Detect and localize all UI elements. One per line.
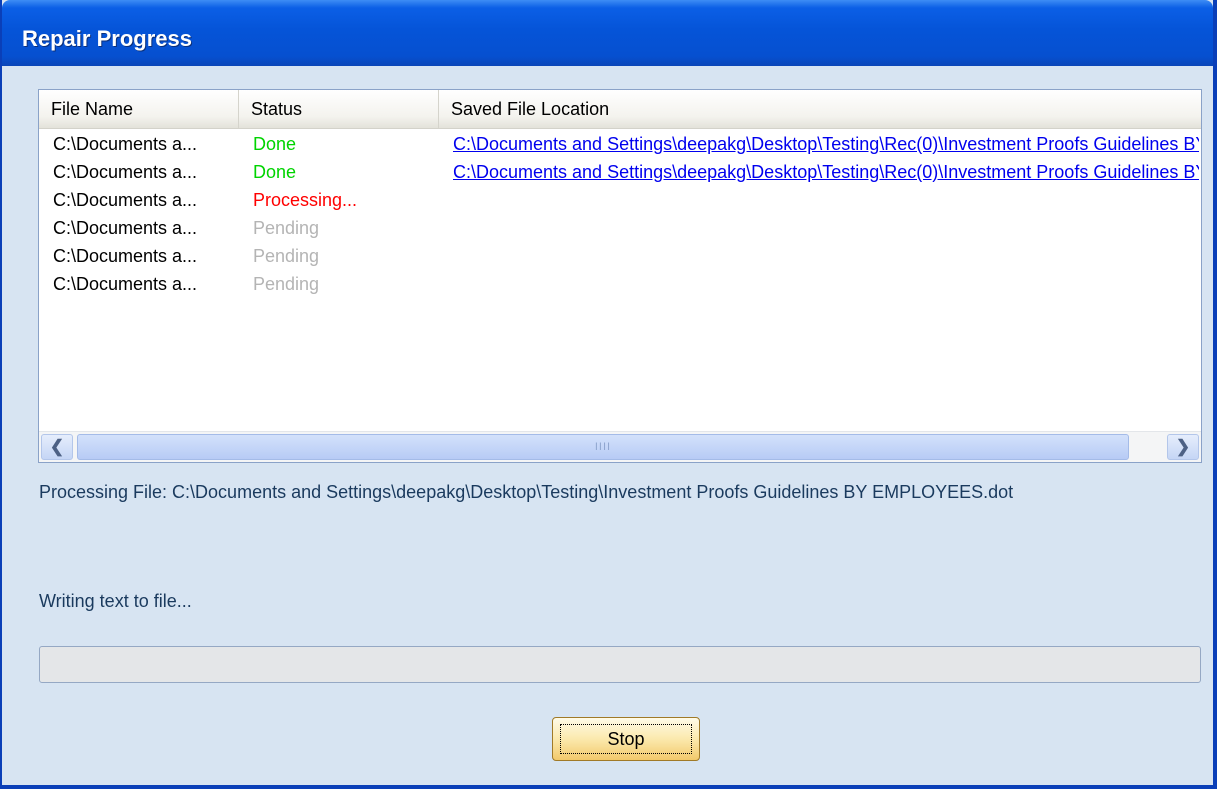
list-body: C:\Documents a... Done C:\Documents and Se… [39, 130, 1201, 298]
table-row[interactable]: C:\Documents a... Pending [39, 242, 1201, 270]
table-row[interactable]: C:\Documents a... Pending [39, 270, 1201, 298]
cell-status: Pending [253, 218, 320, 238]
stop-button[interactable]: Stop [552, 717, 700, 761]
chevron-left-icon: ❮ [49, 437, 65, 456]
cell-file-name: C:\Documents a... [53, 246, 198, 266]
repair-progress-bar [39, 646, 1201, 683]
operation-status-text: Writing text to file... [39, 591, 192, 611]
cell-status: Pending [253, 274, 320, 294]
cell-file-name: C:\Documents a... [53, 134, 198, 154]
table-row[interactable]: C:\Documents a... Pending [39, 214, 1201, 242]
list-header: File Name Status Saved File Location [39, 90, 1201, 129]
cell-status: Pending [253, 246, 320, 266]
window-title: Repair Progress [22, 26, 192, 51]
table-row[interactable]: C:\Documents a... Done C:\Documents and Se… [39, 130, 1201, 158]
horizontal-scrollbar[interactable]: ❮ IIII ❯ [39, 431, 1201, 462]
scrollbar-thumb[interactable]: IIII [77, 434, 1129, 460]
scrollbar-grip: IIII [594, 441, 612, 453]
cell-status: Done [253, 134, 297, 154]
cell-file-name: C:\Documents a... [53, 274, 198, 294]
cell-file-name: C:\Documents a... [53, 162, 198, 182]
scroll-right-button[interactable]: ❯ [1167, 434, 1199, 460]
cell-file-name: C:\Documents a... [53, 218, 198, 238]
column-header-file-name[interactable]: File Name [39, 90, 239, 128]
repair-progress-window: Repair Progress File Name Status Saved F… [0, 0, 1217, 789]
title-bar[interactable]: Repair Progress [2, 0, 1213, 66]
cell-status: Done [253, 162, 297, 182]
table-row[interactable]: C:\Documents a... Processing... [39, 186, 1201, 214]
cell-saved-file-location-link[interactable]: C:\Documents and Settings\deepakg\Deskto… [453, 130, 1199, 158]
cell-file-name: C:\Documents a... [53, 190, 198, 210]
cell-status: Processing... [253, 190, 358, 210]
stop-button-label: Stop [607, 729, 645, 749]
scroll-left-button[interactable]: ❮ [41, 434, 73, 460]
table-row[interactable]: C:\Documents a... Done C:\Documents and Se… [39, 158, 1201, 186]
cell-saved-file-location-link[interactable]: C:\Documents and Settings\deepakg\Deskto… [453, 158, 1199, 186]
repair-file-list[interactable]: File Name Status Saved File Location C:\… [38, 89, 1202, 463]
processing-file-label: Processing File: C:\Documents and Settin… [39, 482, 1014, 502]
column-header-saved-file-location[interactable]: Saved File Location [439, 90, 1201, 128]
chevron-right-icon: ❯ [1175, 437, 1191, 456]
column-header-status[interactable]: Status [239, 90, 439, 128]
